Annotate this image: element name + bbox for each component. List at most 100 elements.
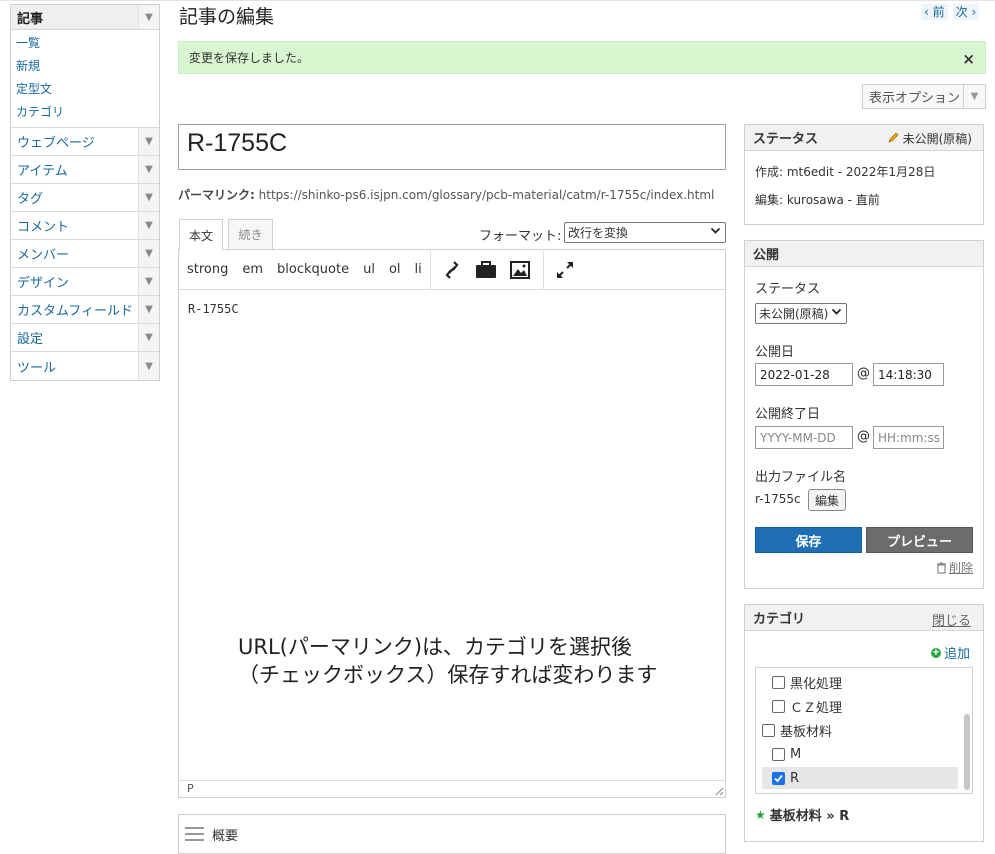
chevron-down-icon[interactable]: ▼ xyxy=(138,212,159,239)
category-checkbox[interactable] xyxy=(762,723,775,737)
summary-panel[interactable]: 概要 xyxy=(178,814,726,854)
sidebar-section-webpages[interactable]: ウェブページ ▼ xyxy=(11,128,159,156)
li-button[interactable]: li xyxy=(415,262,422,277)
sidebar-section-label: 設定 xyxy=(17,332,44,347)
category-label: M xyxy=(790,746,802,762)
sidebar-item-new[interactable]: 新規 xyxy=(11,55,159,78)
chevron-down-icon[interactable]: ▼ xyxy=(138,156,159,183)
edited-info: 編集: kurosawa - 直前 xyxy=(755,193,880,207)
sidebar-section-tools[interactable]: ツール ▼ xyxy=(11,352,159,380)
sidebar-subitems: 一覧 新規 定型文 カテゴリ xyxy=(11,30,159,128)
status-state: 未公開(原稿) xyxy=(887,130,972,147)
sidebar-item-categories[interactable]: カテゴリ xyxy=(11,101,159,124)
sidebar-section-entries[interactable]: 記事 ▼ xyxy=(11,5,159,30)
publish-status-select[interactable]: 未公開(原稿) xyxy=(755,303,847,324)
close-category-link[interactable]: 閉じる xyxy=(932,610,971,629)
briefcase-icon[interactable] xyxy=(473,258,499,282)
chevron-down-icon[interactable]: ▼ xyxy=(138,5,159,29)
category-widget-title: カテゴリ xyxy=(753,612,806,627)
category-item[interactable]: M xyxy=(772,743,972,765)
sidebar-section-comments[interactable]: コメント ▼ xyxy=(11,212,159,240)
image-icon[interactable] xyxy=(507,258,533,282)
status-widget: ステータス 未公開(原稿) 作成: mt6edit - 2022年1月28日 編… xyxy=(744,124,984,225)
trash-icon xyxy=(936,561,946,574)
publish-date-input[interactable]: 2022-01-28 xyxy=(755,363,853,386)
at-symbol: @ xyxy=(857,429,870,444)
chevron-down-icon[interactable]: ▼ xyxy=(138,128,159,155)
delete-button[interactable]: 削除 xyxy=(936,559,973,576)
at-symbol: @ xyxy=(857,366,870,381)
chevron-down-icon[interactable]: ▼ xyxy=(138,296,159,323)
resize-handle-icon[interactable] xyxy=(714,786,724,796)
preview-button[interactable]: プレビュー xyxy=(866,527,973,553)
plus-icon: + xyxy=(930,646,941,658)
chevron-down-icon[interactable]: ▼ xyxy=(138,324,159,351)
fullscreen-icon[interactable] xyxy=(552,258,578,282)
category-checkbox-checked[interactable] xyxy=(772,771,785,785)
sidebar-item-list[interactable]: 一覧 xyxy=(11,32,159,55)
unpublish-date-input[interactable]: YYYY-MM-DD xyxy=(755,426,853,449)
add-category-button[interactable]: + 追加 xyxy=(930,643,970,662)
category-item[interactable]: R xyxy=(762,767,958,789)
prev-entry-link[interactable]: ‹ 前 xyxy=(921,4,948,20)
display-options-button[interactable]: 表示オプション ▼ xyxy=(862,84,986,109)
ul-button[interactable]: ul xyxy=(363,262,375,277)
star-icon: ★ xyxy=(755,807,766,822)
scrollbar[interactable] xyxy=(964,714,970,790)
publish-widget-title: 公開 xyxy=(753,248,780,263)
chevron-down-icon[interactable]: ▼ xyxy=(138,352,159,380)
publish-status-value: 未公開(原稿) xyxy=(759,307,829,321)
em-button[interactable]: em xyxy=(242,262,263,277)
sidebar-section-items[interactable]: アイテム ▼ xyxy=(11,156,159,184)
sidebar-section-members[interactable]: メンバー ▼ xyxy=(11,240,159,268)
created-info: 作成: mt6edit - 2022年1月28日 xyxy=(755,165,936,179)
selected-category-label: 基板材料 » R xyxy=(769,809,850,824)
close-icon[interactable]: × xyxy=(962,50,975,68)
summary-label: 概要 xyxy=(212,828,239,844)
sidebar-section-tags[interactable]: タグ ▼ xyxy=(11,184,159,212)
sidebar-section-label: ツール xyxy=(17,360,57,376)
category-checkbox[interactable] xyxy=(772,675,785,689)
publish-time-input[interactable]: 14:18:30 xyxy=(873,363,944,386)
ol-button[interactable]: ol xyxy=(389,262,401,277)
toolbar-divider xyxy=(429,250,431,289)
entry-title-input[interactable]: R-1755C xyxy=(178,124,726,170)
next-entry-link[interactable]: 次 › xyxy=(952,4,980,20)
chevron-down-icon[interactable]: ▼ xyxy=(138,240,159,267)
edit-filename-button[interactable]: 編集 xyxy=(808,489,846,511)
toolbar-divider xyxy=(542,250,544,289)
drag-handle-icon[interactable] xyxy=(185,827,204,841)
sidebar-section-settings[interactable]: 設定 ▼ xyxy=(11,324,159,352)
category-label: 基板材料 xyxy=(780,724,833,740)
category-item[interactable]: 黒化処理 xyxy=(772,671,972,693)
permalink: パーマリンク: https://shinko-ps6.isjpn.com/glo… xyxy=(178,186,714,203)
annotation-note: URL(パーマリンク)は、カテゴリを選択後 （チェックボックス）保存すれば変わり… xyxy=(238,633,657,689)
sidebar-section-custom-fields[interactable]: カスタムフィールド ▼ xyxy=(11,296,159,324)
display-options-label: 表示オプション xyxy=(869,91,961,106)
tab-body[interactable]: 本文 xyxy=(179,219,223,250)
strong-button[interactable]: strong xyxy=(187,262,228,277)
chevron-down-icon[interactable]: ▼ xyxy=(138,268,159,295)
chevron-down-icon xyxy=(710,225,721,239)
publish-date-label: 公開日 xyxy=(755,345,795,360)
link-icon[interactable] xyxy=(439,258,465,282)
sidebar-item-templates[interactable]: 定型文 xyxy=(11,78,159,101)
category-checkbox[interactable] xyxy=(772,699,785,713)
category-item[interactable]: 基板材料 xyxy=(762,719,967,741)
unpublish-time-input[interactable]: HH:mm:ss xyxy=(873,426,944,449)
editor-toolbar: strong em blockquote ul ol li xyxy=(179,250,725,290)
tab-extended[interactable]: 続き xyxy=(228,219,273,249)
permalink-url[interactable]: https://shinko-ps6.isjpn.com/glossary/pc… xyxy=(259,188,715,202)
prev-next-nav: ‹ 前次 › xyxy=(916,3,980,20)
category-checkbox[interactable] xyxy=(772,747,785,761)
category-label: R xyxy=(790,770,800,786)
category-item[interactable]: ＣＺ処理 xyxy=(772,695,972,717)
sidebar-section-design[interactable]: デザイン ▼ xyxy=(11,268,159,296)
editor-content[interactable]: R-1755C xyxy=(188,302,239,316)
chevron-down-icon[interactable]: ▼ xyxy=(138,184,159,211)
format-select[interactable]: 改行を変換 xyxy=(564,222,726,243)
save-button[interactable]: 保存 xyxy=(755,527,862,553)
format-select-value: 改行を変換 xyxy=(568,226,629,240)
publish-widget-header: 公開 xyxy=(745,241,983,267)
blockquote-button[interactable]: blockquote xyxy=(277,262,349,277)
